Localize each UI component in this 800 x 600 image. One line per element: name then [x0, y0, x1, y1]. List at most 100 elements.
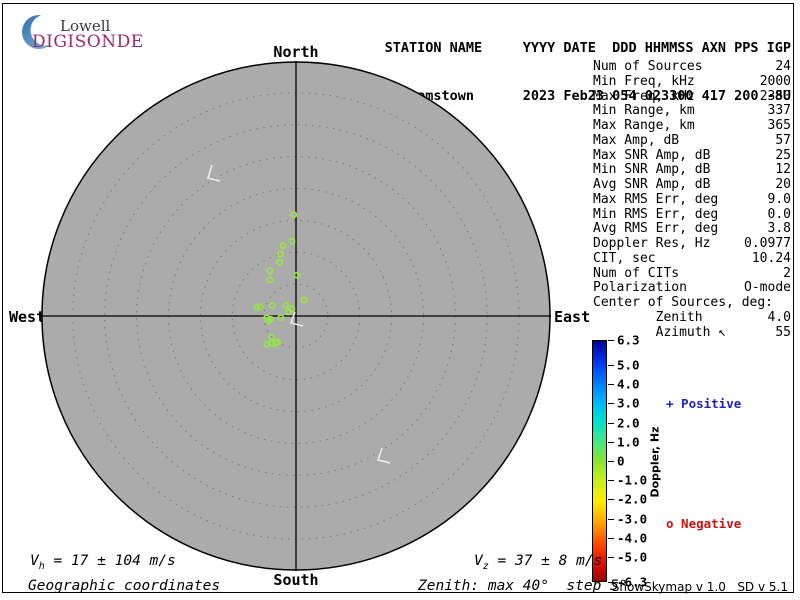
stat-label: Avg RMS Err, deg [593, 222, 718, 237]
stats-row: Max SNR Amp, dB 25 [593, 149, 791, 164]
stats-row: Max Amp, dB 57 [593, 134, 791, 149]
stat-label: Max Amp, dB [593, 134, 679, 149]
stat-value: O-mode [744, 281, 791, 296]
colorbar-tick-label: 3.0 [617, 396, 640, 411]
stat-label: Max Freq, kHz [593, 90, 695, 105]
stat-value: 57 [775, 134, 791, 149]
stat-label: Max Range, km [593, 119, 695, 134]
stat-value: 12 [775, 163, 791, 178]
stat-label: Min RMS Err, deg [593, 208, 718, 223]
stats-row: CIT, sec 10.24 [593, 252, 791, 267]
stats-panel: Num of Sources24Min Freq, kHz2000Max Fre… [593, 60, 791, 340]
colorbar-tick-label: 1.0 [617, 434, 640, 449]
colorbar-tick-label: 0 [617, 454, 625, 469]
lowell-digisonde-logo: Lowell DIGISONDE [10, 6, 160, 50]
stat-label: Center of Sources, deg: [593, 296, 773, 311]
stat-value: 2350 [760, 90, 791, 105]
stat-value: 55 [775, 326, 791, 341]
stat-label: Max RMS Err, deg [593, 193, 718, 208]
stat-value: 25 [775, 149, 791, 164]
stat-value: 3.8 [768, 222, 791, 237]
legend-positive: + Positive [666, 396, 741, 411]
stat-label: Num of Sources [593, 60, 703, 75]
vz-value: = 37 ± 8 m/s [489, 553, 603, 569]
zenith-range-note: Zenith: max 40° step 5° [418, 578, 628, 594]
colorbar-tick-label: -5.0 [617, 550, 647, 565]
compass-label-south: South [273, 571, 318, 589]
stat-label: Azimuth ↖ [593, 326, 726, 341]
colorbar-tick [608, 340, 614, 341]
logo-text-digisonde: DIGISONDE [32, 32, 144, 52]
colorbar-tick [608, 403, 614, 404]
colorbar-tick-label: 4.0 [617, 377, 640, 392]
stats-row: Max Freq, kHz 2350 [593, 90, 791, 105]
colorbar-tick [608, 461, 614, 462]
coordinates-note: Geographic coordinates [28, 578, 220, 594]
colorbar-tick [608, 519, 614, 520]
colorbar-tick [608, 557, 614, 558]
stats-row: Max RMS Err, deg 9.0 [593, 193, 791, 208]
stats-row: Max Range, km 365 [593, 119, 791, 134]
legend-negative: o Negative [666, 516, 741, 531]
colorbar-tick [608, 480, 614, 481]
stat-label: Min Freq, kHz [593, 75, 695, 90]
stats-row: Polarization O-mode [593, 281, 791, 296]
stat-value: 2 [783, 267, 791, 282]
software-version: ShowSkymap v 1.0 SD v 5.1 [612, 580, 788, 594]
stats-row: Min Range, km 337 [593, 104, 791, 119]
stat-label: Polarization [593, 281, 687, 296]
colorbar-tick-label: -1.0 [617, 473, 647, 488]
stat-value: 0.0977 [744, 237, 791, 252]
stat-value: 4.0 [768, 311, 791, 326]
stat-value: 10.24 [752, 252, 791, 267]
colorbar-tick-label: 5.0 [617, 357, 640, 372]
stat-label: Max SNR Amp, dB [593, 149, 710, 164]
colorbar-tick-label: -4.0 [617, 530, 647, 545]
vh-var: V [30, 553, 39, 569]
stats-row: Min RMS Err, deg 0.0 [593, 208, 791, 223]
horizontal-velocity: Vh = 17 ± 104 m/s [30, 553, 176, 572]
stat-label: Min SNR Amp, dB [593, 163, 710, 178]
vertical-velocity: Vz = 37 ± 8 m/s [474, 553, 602, 572]
colorbar-title: Doppler, Hz [649, 426, 662, 497]
colorbar-tick [608, 365, 614, 366]
stat-label: CIT, sec [593, 252, 656, 267]
colorbar-tick [608, 538, 614, 539]
colorbar-tick [608, 384, 614, 385]
skymap-polar-plot [41, 61, 551, 571]
stats-row: Zenith 4.0 [593, 311, 791, 326]
stat-value: 2000 [760, 75, 791, 90]
stats-row: Center of Sources, deg: [593, 296, 791, 311]
skymap-window: Lowell DIGISONDE STATION NAME YYYY DATE … [0, 0, 800, 600]
stats-row: Num of Sources 24 [593, 60, 791, 75]
stat-value: 9.0 [768, 193, 791, 208]
stat-label: Doppler Res, Hz [593, 237, 710, 252]
colorbar-tick-label: -2.0 [617, 492, 647, 507]
stat-value: 0.0 [768, 208, 791, 223]
stat-label: Zenith [593, 311, 703, 326]
stats-row: Min Freq, kHz 2000 [593, 75, 791, 90]
stats-row: Avg RMS Err, deg 3.8 [593, 222, 791, 237]
stat-label: Num of CITs [593, 267, 679, 282]
doppler-colorbar [592, 340, 607, 582]
stats-row: Num of CITs 2 [593, 267, 791, 282]
stat-label: Min Range, km [593, 104, 695, 119]
compass-label-west: West [9, 308, 45, 326]
stat-value: 20 [775, 178, 791, 193]
colorbar-tick-label: -3.0 [617, 511, 647, 526]
stats-row: Doppler Res, Hz 0.0977 [593, 237, 791, 252]
stat-value: 337 [768, 104, 791, 119]
stat-value: 365 [768, 119, 791, 134]
stat-value: 24 [775, 60, 791, 75]
stats-row: Min SNR Amp, dB 12 [593, 163, 791, 178]
colorbar-tick [608, 442, 614, 443]
colorbar-tick [608, 423, 614, 424]
stats-row: Avg SNR Amp, dB20 [593, 178, 791, 193]
colorbar-tick-label: 2.0 [617, 415, 640, 430]
vz-var: V [474, 553, 483, 569]
vh-value: = 17 ± 104 m/s [45, 553, 176, 569]
compass-label-north: North [273, 43, 318, 61]
colorbar-tick-label: 6.3 [617, 333, 640, 348]
compass-label-east: East [554, 308, 590, 326]
colorbar-tick [608, 499, 614, 500]
